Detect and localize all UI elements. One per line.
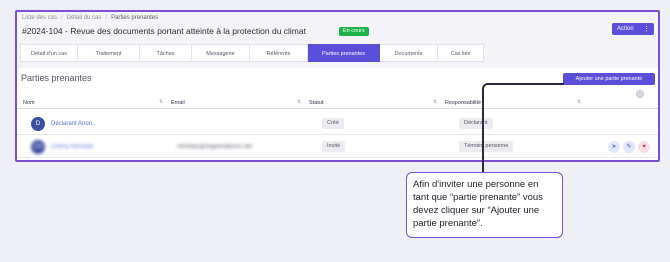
- row-actions: ➤ ✎ ♥: [608, 141, 650, 153]
- instruction-callout: Afin d'inviter une personne en tant que …: [406, 172, 563, 238]
- breadcrumb-separator: /: [61, 15, 63, 21]
- callout-connector-line: [482, 83, 564, 173]
- status-pill: Invité: [322, 141, 346, 152]
- tab-linked-cases[interactable]: Cas liés: [438, 44, 484, 62]
- section-title: Parties prenantes: [21, 73, 92, 83]
- action-button-label: Action: [617, 26, 634, 32]
- breadcrumb-link-case-detail[interactable]: Détail du cas: [67, 15, 102, 21]
- send-invite-icon[interactable]: ➤: [608, 141, 620, 153]
- tab-processing[interactable]: Traitement: [78, 44, 140, 62]
- column-header-status[interactable]: Statut: [309, 100, 323, 106]
- status-badge: En cours: [339, 27, 369, 36]
- stakeholder-name-link[interactable]: Déclarant Anon..: [51, 121, 95, 127]
- avatar: CN: [31, 140, 45, 154]
- tab-documents[interactable]: Documents: [380, 44, 438, 62]
- sort-icon[interactable]: ⇅: [159, 99, 163, 105]
- column-header-name[interactable]: Nom: [23, 100, 35, 106]
- sort-icon[interactable]: ⇅: [433, 99, 437, 105]
- breadcrumb-separator: /: [105, 15, 108, 21]
- status-pill: Créé: [322, 118, 344, 129]
- page-title: #2024-104 - Revue des documents portant …: [22, 26, 306, 36]
- avatar: D: [31, 117, 45, 131]
- tab-tasks[interactable]: Tâches: [140, 44, 192, 62]
- tab-bar: Détail d'un cas Traitement Tâches Messag…: [20, 44, 484, 62]
- column-header-responsibility[interactable]: Responsabilité: [445, 100, 481, 106]
- stakeholder-name-link[interactable]: Cherry Nicholas: [51, 144, 94, 150]
- more-vertical-icon: ⋮: [643, 26, 650, 33]
- edit-icon[interactable]: ✎: [623, 141, 635, 153]
- tab-stakeholders[interactable]: Parties prenantes: [308, 44, 380, 62]
- breadcrumb: Liste des cas / Détail du cas / Parties …: [22, 15, 158, 21]
- action-button[interactable]: Action ⋮: [612, 23, 654, 35]
- column-settings-icon[interactable]: [636, 90, 644, 98]
- add-stakeholder-button[interactable]: Ajouter une partie prenante: [563, 73, 655, 85]
- breadcrumb-link-cases[interactable]: Liste des cas: [22, 15, 57, 21]
- stakeholder-email: nicholas@organisationX.net: [177, 144, 252, 150]
- tab-messaging[interactable]: Messagerie: [192, 44, 250, 62]
- sort-icon[interactable]: ⇅: [297, 99, 301, 105]
- delete-icon[interactable]: ♥: [638, 141, 650, 153]
- column-header-email[interactable]: Email: [171, 100, 185, 106]
- tab-referents[interactable]: Référents: [250, 44, 308, 62]
- sort-icon[interactable]: ⇅: [577, 99, 581, 105]
- breadcrumb-current: Parties prenantes: [111, 15, 159, 21]
- tab-case-detail[interactable]: Détail d'un cas: [20, 44, 78, 62]
